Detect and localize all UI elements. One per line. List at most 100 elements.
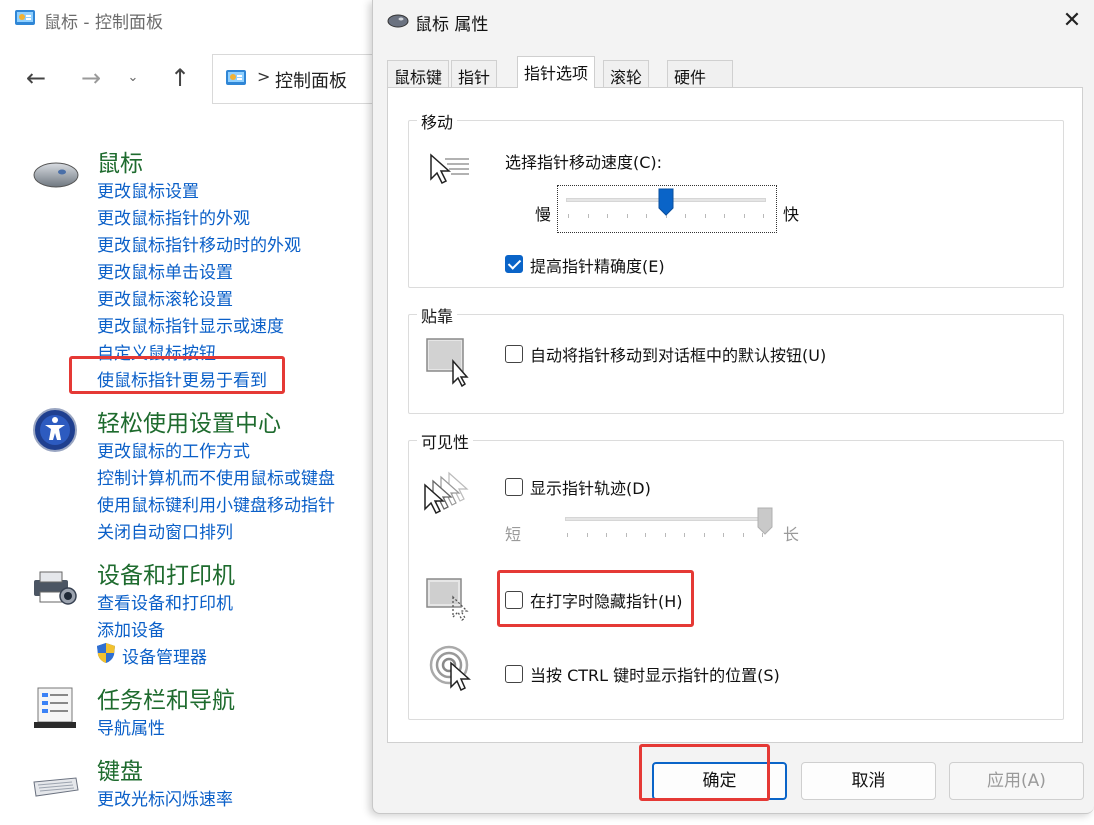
snap-to-default-checkbox[interactable] xyxy=(505,345,523,363)
group-title-snap-to: 贴靠 xyxy=(417,303,458,327)
section-title-ease-of-access[interactable]: 轻松使用设置中心 xyxy=(97,404,281,438)
tab-hardware[interactable]: 硬件 xyxy=(667,60,733,88)
link-turn-off-auto-arrange[interactable]: 关闭自动窗口排列 xyxy=(97,518,233,543)
slider-tick xyxy=(724,214,725,218)
slider-tick xyxy=(685,214,686,218)
breadcrumb-separator-icon: > xyxy=(257,67,271,86)
snap-to-default-label: 自动将指针移动到对话框中的默认按钮(U) xyxy=(530,346,827,365)
pointer-trails-label: 显示指针轨迹(D) xyxy=(530,479,651,498)
group-motion: 移动 选择指针移动速度(C): 慢 快 提高指针精确度(E) xyxy=(408,109,1064,288)
close-icon[interactable]: ✕ xyxy=(1049,0,1094,42)
enhance-precision-checkbox[interactable] xyxy=(505,255,523,273)
highlight-box xyxy=(497,570,694,627)
slider-ticks xyxy=(567,533,763,537)
pointer-trails-slider[interactable] xyxy=(557,505,777,545)
slider-track xyxy=(565,517,765,521)
link-change-pointer-display-speed[interactable]: 更改鼠标指针显示或速度 xyxy=(97,312,284,337)
uac-shield-icon xyxy=(97,643,115,663)
section-title-keyboard[interactable]: 键盘 xyxy=(97,752,143,786)
section-title-taskbar-navigation[interactable]: 任务栏和导航 xyxy=(97,681,235,715)
tab-pointers[interactable]: 指针 xyxy=(451,60,498,88)
ease-of-access-icon xyxy=(33,408,77,452)
slider-tick xyxy=(723,533,724,537)
show-location-ctrl-checkbox[interactable] xyxy=(505,665,523,683)
show-location-ctrl-label: 当按 CTRL 键时显示指针的位置(S) xyxy=(530,666,780,685)
mouse-icon xyxy=(33,162,79,188)
slider-tick xyxy=(627,214,628,218)
window-title: 鼠标 - 控制面板 xyxy=(44,13,163,33)
tab-buttons[interactable]: 鼠标键 xyxy=(387,60,450,88)
pointer-options-panel: 移动 选择指针移动速度(C): 慢 快 提高指针精确度(E) 贴靠 自动将指针移… xyxy=(387,87,1083,743)
back-arrow-icon[interactable]: ← xyxy=(22,64,50,92)
apply-button[interactable]: 应用(A) xyxy=(949,762,1084,800)
trails-short-label: 短 xyxy=(505,525,522,544)
hide-while-typing-icon xyxy=(426,578,469,621)
recent-locations-chevron-icon[interactable]: ⌄ xyxy=(122,66,144,90)
section-title-devices-printers[interactable]: 设备和打印机 xyxy=(97,556,235,590)
forward-arrow-icon[interactable]: → xyxy=(77,64,105,92)
slider-tick xyxy=(587,533,588,537)
mouse-icon xyxy=(387,14,409,28)
group-title-visibility: 可见性 xyxy=(417,429,474,453)
tab-wheel[interactable]: 滚轮 xyxy=(603,60,650,88)
slider-tick xyxy=(684,533,685,537)
address-bar[interactable]: > 控制面板 xyxy=(212,54,392,104)
link-change-click-settings[interactable]: 更改鼠标单击设置 xyxy=(97,258,233,283)
dialog-titlebar: 鼠标 属性 ✕ xyxy=(373,0,1094,44)
slider-tick xyxy=(763,214,764,218)
slider-tick xyxy=(744,214,745,218)
slider-tick xyxy=(704,533,705,537)
link-change-cursor-blink-rate[interactable]: 更改光标闪烁速率 xyxy=(97,785,233,810)
link-change-wheel-settings[interactable]: 更改鼠标滚轮设置 xyxy=(97,285,233,310)
trails-long-label: 长 xyxy=(783,525,800,544)
slider-tick xyxy=(646,214,647,218)
keyboard-icon xyxy=(33,777,79,797)
link-control-without-mouse-keyboard[interactable]: 控制计算机而不使用鼠标或键盘 xyxy=(97,464,335,489)
highlight-box xyxy=(639,744,770,801)
pointer-speed-slider[interactable] xyxy=(557,185,777,233)
link-change-pointer-appearance[interactable]: 更改鼠标指针的外观 xyxy=(97,204,250,229)
slider-tick xyxy=(607,214,608,218)
pointer-trails-checkbox[interactable] xyxy=(505,478,523,496)
control-panel-icon xyxy=(226,70,246,85)
link-change-pointer-motion-appearance[interactable]: 更改鼠标指针移动时的外观 xyxy=(97,231,301,256)
mouse-properties-dialog: 鼠标 属性 ✕ 鼠标键 指针 指针选项 滚轮 硬件 移动 选择指针移动速度(C)… xyxy=(372,0,1094,814)
slider-tick xyxy=(705,214,706,218)
pointer-speed-icon xyxy=(430,153,469,185)
snap-to-icon xyxy=(426,338,469,387)
slider-tick xyxy=(567,533,568,537)
slider-tick xyxy=(665,533,666,537)
slider-tick xyxy=(626,533,627,537)
breadcrumb-control-panel[interactable]: 控制面板 xyxy=(275,67,347,93)
slider-tick xyxy=(606,533,607,537)
slider-thumb[interactable] xyxy=(658,188,674,216)
link-navigation-properties[interactable]: 导航属性 xyxy=(97,714,165,739)
show-location-ctrl-icon xyxy=(429,645,471,691)
pointer-trails-icon xyxy=(424,471,469,515)
highlight-box xyxy=(69,356,285,394)
control-panel-icon xyxy=(15,10,35,25)
speed-fast-label: 快 xyxy=(783,205,800,224)
taskbar-icon xyxy=(34,687,76,728)
slider-tick xyxy=(743,533,744,537)
enhance-precision-label: 提高指针精确度(E) xyxy=(530,257,665,276)
link-add-device[interactable]: 添加设备 xyxy=(97,616,165,641)
link-change-mouse-settings[interactable]: 更改鼠标设置 xyxy=(97,177,199,202)
control-panel-titlebar: 鼠标 - 控制面板 xyxy=(0,0,380,38)
group-snap-to: 贴靠 自动将指针移动到对话框中的默认按钮(U) xyxy=(408,303,1064,414)
pointer-speed-label: 选择指针移动速度(C): xyxy=(505,153,663,172)
link-mouse-keys-numpad[interactable]: 使用鼠标键利用小键盘移动指针 xyxy=(97,491,335,516)
tab-pointer-options[interactable]: 指针选项 xyxy=(517,56,596,88)
group-title-motion: 移动 xyxy=(417,109,458,133)
section-title-mouse[interactable]: 鼠标 xyxy=(97,144,143,178)
slider-tick xyxy=(645,533,646,537)
cancel-button[interactable]: 取消 xyxy=(801,762,936,800)
dialog-title: 鼠标 属性 xyxy=(415,15,489,35)
link-view-devices-printers[interactable]: 查看设备和打印机 xyxy=(97,589,233,614)
up-arrow-icon[interactable]: ↑ xyxy=(166,64,194,92)
link-change-mouse-works[interactable]: 更改鼠标的工作方式 xyxy=(97,437,250,462)
slider-thumb[interactable] xyxy=(757,507,773,535)
slider-tick xyxy=(588,214,589,218)
slider-tick xyxy=(568,214,569,218)
link-device-manager[interactable]: 设备管理器 xyxy=(122,643,207,668)
